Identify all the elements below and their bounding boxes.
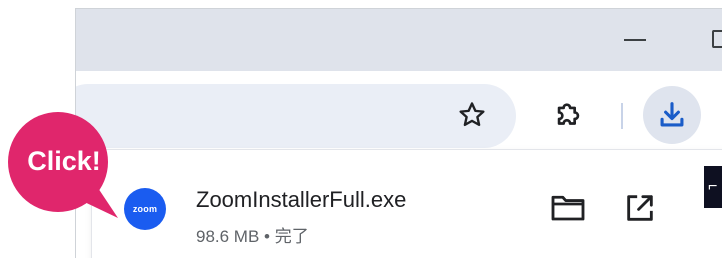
title-bar [76,9,722,71]
download-file-name[interactable]: ZoomInstallerFull.exe [196,187,406,213]
download-file-meta: 98.6 MB • 完了 [196,227,309,246]
toolbar [76,71,722,151]
address-bar[interactable] [76,84,516,148]
background-page-edge: ⌐ [704,166,722,208]
minimize-button[interactable] [624,39,646,41]
zoom-app-icon: zoom [124,188,166,230]
puzzle-icon[interactable] [550,96,588,134]
folder-icon[interactable] [548,190,588,224]
screenshot-stage: ⌐ zoom ZoomInstallerFull.exe 98.6 MB • 完… [0,0,722,258]
download-icon [660,102,684,127]
callout-text: Click! [27,146,101,176]
edge-glyph: ⌐ [708,178,718,195]
toolbar-separator [621,103,623,129]
open-external-icon[interactable] [620,190,660,226]
click-callout: Click! [6,110,122,226]
zoom-icon-label: zoom [132,204,158,214]
maximize-button[interactable] [712,30,722,48]
star-icon[interactable] [454,97,490,133]
download-button[interactable] [643,86,701,144]
